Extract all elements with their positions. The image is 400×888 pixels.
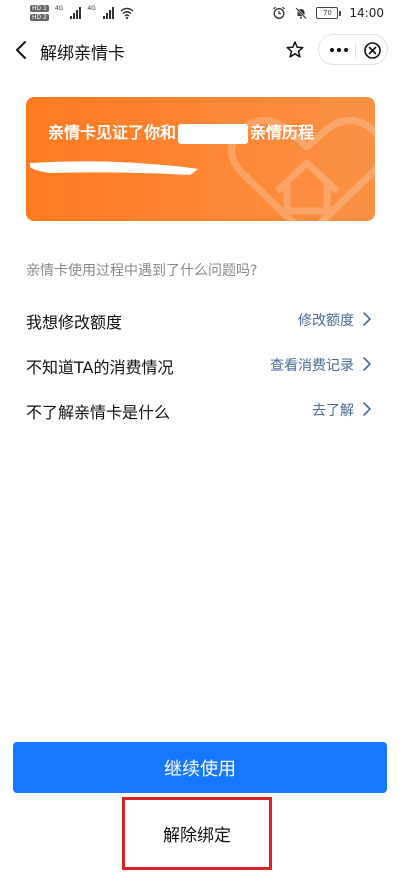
wifi-icon xyxy=(120,7,134,20)
redacted-name xyxy=(178,123,249,144)
sim2-badge: HD 2 xyxy=(30,14,49,21)
network-type-2: 4G xyxy=(87,5,96,12)
status-right: 70 14:00 xyxy=(272,6,384,20)
battery-level: 70 xyxy=(316,7,339,19)
mini-program-capsule xyxy=(318,34,388,65)
mute-icon xyxy=(295,7,308,20)
option-row-learn-more[interactable]: 不了解亲情卡是什么 去了解 xyxy=(26,394,372,424)
option-row-spending-records[interactable]: 不知道TA的消费情况 查看消费记录 xyxy=(26,349,372,379)
card-title-prefix: 亲情卡见证了你和 xyxy=(48,123,177,142)
more-dots-icon[interactable] xyxy=(327,39,351,61)
close-circle-icon[interactable] xyxy=(363,41,382,60)
nav-bar: 解绑亲情卡 xyxy=(0,28,400,72)
status-bar: HD 1 HD 2 4G 4G 70 14:00 xyxy=(0,0,400,28)
question-prompt: 亲情卡使用过程中遇到了什么问题吗? xyxy=(26,263,258,279)
page-title: 解绑亲情卡 xyxy=(40,44,125,64)
status-left: HD 1 HD 2 4G 4G xyxy=(30,5,134,21)
chevron-right-icon xyxy=(363,312,371,326)
signal-icon xyxy=(70,7,82,19)
capsule-divider xyxy=(355,43,356,58)
chevron-right-icon xyxy=(363,357,371,371)
option-label: 不知道TA的消费情况 xyxy=(26,358,174,377)
signal-icon-2 xyxy=(102,7,114,19)
option-action-link[interactable]: 去了解 xyxy=(312,400,354,420)
option-action-link[interactable]: 修改额度 xyxy=(298,310,354,330)
unbind-button[interactable]: 解除绑定 xyxy=(122,797,272,870)
status-time: 14:00 xyxy=(349,6,384,20)
battery-icon: 70 xyxy=(316,7,342,19)
sim-badges: HD 1 HD 2 xyxy=(30,5,49,21)
chevron-right-icon xyxy=(363,402,371,416)
option-action-link[interactable]: 查看消费记录 xyxy=(270,355,354,375)
network-type: 4G xyxy=(54,5,64,12)
alarm-icon xyxy=(273,6,286,19)
redacted-subtitle xyxy=(30,161,198,175)
card-title: 亲情卡见证了你和 亲情历程 xyxy=(48,119,314,144)
star-icon[interactable] xyxy=(285,40,305,60)
family-card-banner: 亲情卡见证了你和 亲情历程 xyxy=(26,97,375,221)
option-label: 不了解亲情卡是什么 xyxy=(26,403,171,422)
option-label: 我想修改额度 xyxy=(26,313,123,332)
back-arrow-icon[interactable] xyxy=(10,38,32,62)
card-title-suffix: 亲情历程 xyxy=(250,123,315,142)
sim1-badge: HD 1 xyxy=(30,5,49,12)
continue-using-button[interactable]: 继续使用 xyxy=(13,742,387,793)
option-row-modify-limit[interactable]: 我想修改额度 修改额度 xyxy=(26,304,372,334)
